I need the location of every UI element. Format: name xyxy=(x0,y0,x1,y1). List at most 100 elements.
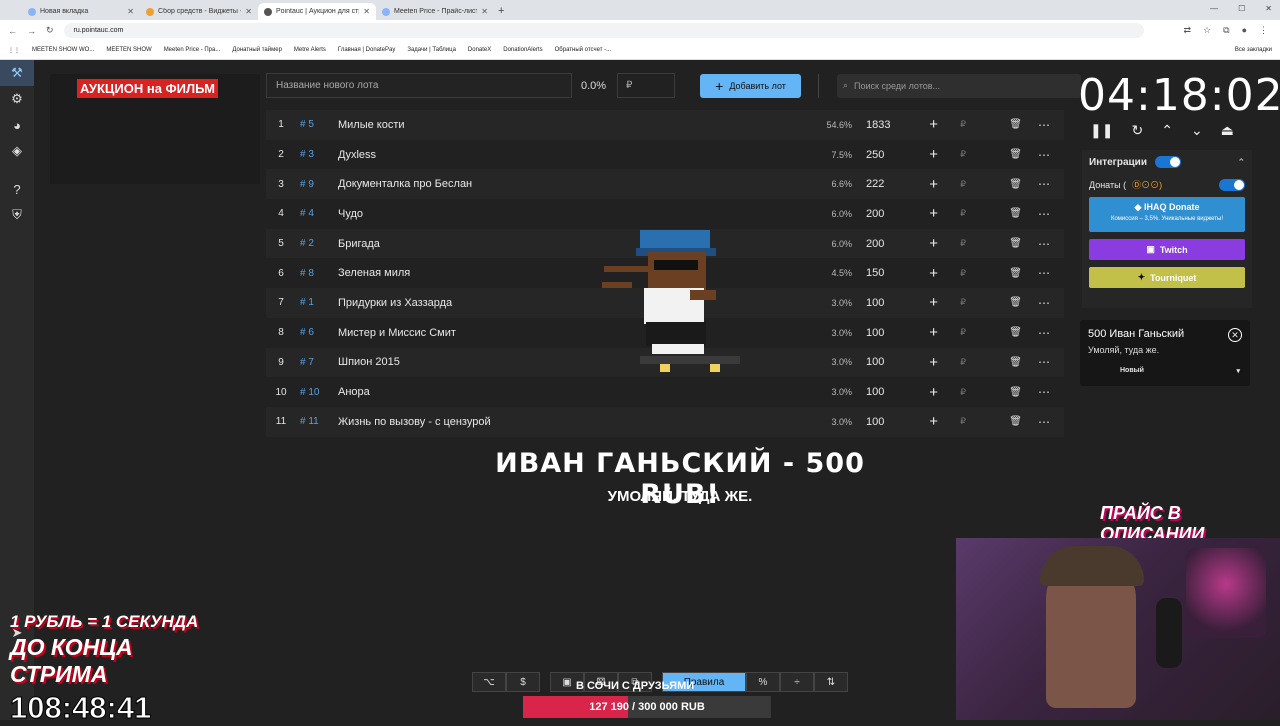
rub-input[interactable]: ₽ xyxy=(938,149,966,160)
rub-input[interactable]: ₽ xyxy=(938,387,966,398)
more-icon[interactable]: ⋯ xyxy=(1022,266,1050,280)
new-lot-name-input[interactable]: Название нового лота xyxy=(266,73,572,98)
bookmark-item[interactable]: Задачи | Таблица xyxy=(407,47,456,53)
lot-name[interactable]: Милые кости xyxy=(338,119,810,131)
all-bookmarks[interactable]: Все закладки xyxy=(1235,47,1272,53)
twitch-button[interactable]: ▣ Twitch xyxy=(1089,239,1245,260)
add-to-lot-icon[interactable]: + xyxy=(894,235,938,252)
split-icon[interactable]: ÷ xyxy=(780,672,814,692)
more-icon[interactable]: ⋯ xyxy=(1022,237,1050,251)
trash-icon[interactable]: 🗑 xyxy=(966,416,1022,427)
lot-search-input[interactable]: ⌕ Поиск среди лотов... xyxy=(837,73,1081,98)
add-to-lot-icon[interactable]: + xyxy=(894,354,938,371)
more-icon[interactable]: ⋯ xyxy=(1022,207,1050,221)
menu-icon[interactable]: ⋮ xyxy=(1259,25,1268,36)
bookmark-item[interactable]: Обратный отсчет -... xyxy=(555,47,612,53)
bookmark-item[interactable]: Meeten Price - Пра... xyxy=(164,47,221,53)
rub-input[interactable]: ₽ xyxy=(938,357,966,368)
pause-icon[interactable]: ❚❚ xyxy=(1090,122,1113,139)
bookmark-item[interactable]: Metre Alerts xyxy=(294,47,326,53)
help-icon[interactable]: ? xyxy=(0,176,34,202)
chevron-up-icon[interactable]: ⌃ xyxy=(1161,122,1173,139)
settings-icon[interactable]: ⚙ xyxy=(0,86,34,112)
trash-icon[interactable]: 🗑 xyxy=(966,149,1022,160)
more-icon[interactable]: ⋯ xyxy=(1022,148,1050,162)
rub-input[interactable]: ₽ xyxy=(938,238,966,249)
trash-icon[interactable]: 🗑 xyxy=(966,357,1022,368)
tourniquet-button[interactable]: ✦ Tourniquet xyxy=(1089,267,1245,288)
rub-input[interactable]: ₽ xyxy=(938,179,966,190)
close-window-icon[interactable]: ✕ xyxy=(1265,4,1272,13)
browser-tab-2[interactable]: Сбор средств - Виджеты - Do ✕ xyxy=(140,3,258,20)
back-icon[interactable]: ← xyxy=(8,26,17,36)
profile-icon[interactable]: ● xyxy=(1242,25,1247,36)
more-icon[interactable]: ⋯ xyxy=(1022,415,1050,429)
bookmark-item[interactable]: DonateX xyxy=(468,47,491,53)
add-to-lot-icon[interactable]: + xyxy=(894,146,938,163)
add-lot-button[interactable]: + Добавить лот xyxy=(700,73,801,98)
rub-input[interactable]: ₽ xyxy=(938,297,966,308)
eject-icon[interactable]: ⏏ xyxy=(1221,122,1234,139)
new-tab-button[interactable]: + xyxy=(498,5,504,20)
more-icon[interactable]: ⋯ xyxy=(1022,385,1050,399)
github-icon[interactable]: ⌥ xyxy=(472,672,506,692)
reload-icon[interactable]: ↻ xyxy=(46,25,54,36)
close-icon[interactable]: ✕ xyxy=(363,7,370,16)
trash-icon[interactable]: 🗑 xyxy=(966,238,1022,249)
rub-input[interactable]: ₽ xyxy=(938,416,966,427)
browser-tab-1[interactable]: Новая вкладка ✕ xyxy=(22,3,140,20)
rub-input[interactable]: ₽ xyxy=(938,268,966,279)
apps-icon[interactable]: ⋮⋮ xyxy=(8,47,20,54)
sort-icon[interactable]: ⇅ xyxy=(814,672,848,692)
rub-input[interactable]: ₽ xyxy=(938,119,966,130)
more-icon[interactable]: ⋯ xyxy=(1022,326,1050,340)
lot-name[interactable]: Дyxless xyxy=(338,149,810,161)
trash-icon[interactable]: 🗑 xyxy=(966,208,1022,219)
trash-icon[interactable]: 🗑 xyxy=(966,179,1022,190)
bookmark-item[interactable]: MEETEN SHOW WO... xyxy=(32,47,94,53)
chevron-up-icon[interactable]: ⌃ xyxy=(1237,157,1245,168)
bookmark-item[interactable]: Донатный таймер xyxy=(232,47,282,53)
translate-icon[interactable]: ⇄ xyxy=(1184,25,1192,36)
trash-icon[interactable]: 🗑 xyxy=(966,327,1022,338)
trash-icon[interactable]: 🗑 xyxy=(966,297,1022,308)
chevron-down-icon[interactable]: ⌄ xyxy=(1191,122,1203,139)
rub-input[interactable]: ₽ xyxy=(938,208,966,219)
url-field[interactable]: ru.pointauc.com xyxy=(63,23,1144,38)
dollar-icon[interactable]: $ xyxy=(506,672,540,692)
more-icon[interactable]: ⋯ xyxy=(1022,355,1050,369)
trash-icon[interactable]: 🗑 xyxy=(966,119,1022,130)
rub-input[interactable]: ₽ xyxy=(938,327,966,338)
integrations-toggle[interactable] xyxy=(1154,156,1181,168)
donations-toggle[interactable] xyxy=(1219,178,1245,191)
add-to-lot-icon[interactable]: + xyxy=(894,265,938,282)
add-to-lot-icon[interactable]: + xyxy=(894,205,938,222)
lot-name[interactable]: Документалка про Беслан xyxy=(338,178,810,190)
ihaq-donate-button[interactable]: ◆ IHAQ Donate Комиссия – 3,5%. Уникальны… xyxy=(1089,197,1245,232)
more-icon[interactable]: ⋯ xyxy=(1022,177,1050,191)
more-icon[interactable]: ⋯ xyxy=(1022,118,1050,132)
trash-icon[interactable]: 🗑 xyxy=(966,268,1022,279)
close-icon[interactable]: ✕ xyxy=(245,7,252,16)
notification-status-select[interactable]: Новый ▾ xyxy=(1120,367,1240,375)
close-icon[interactable]: ✕ xyxy=(127,7,134,16)
bookmark-star-icon[interactable]: ☆ xyxy=(1203,25,1211,36)
reset-icon[interactable]: ↻ xyxy=(1131,122,1143,139)
close-icon[interactable]: ✕ xyxy=(481,7,488,16)
add-to-lot-icon[interactable]: + xyxy=(894,384,938,401)
percent-icon[interactable]: % xyxy=(746,672,780,692)
lot-name[interactable]: Чудо xyxy=(338,208,810,220)
add-to-lot-icon[interactable]: + xyxy=(894,294,938,311)
close-icon[interactable]: ✕ xyxy=(1228,328,1242,342)
bookmark-item[interactable]: DonationAlerts xyxy=(503,47,542,53)
minimize-icon[interactable]: — xyxy=(1210,4,1218,13)
wheel-icon[interactable]: ◕ xyxy=(0,112,34,138)
browser-tab-3[interactable]: Pointauc | Аукцион для стрим ✕ xyxy=(258,3,376,20)
extensions-icon[interactable]: ⧉ xyxy=(1223,25,1229,36)
new-lot-amount-input[interactable]: ₽ xyxy=(617,73,675,98)
add-to-lot-icon[interactable]: + xyxy=(894,413,938,430)
add-to-lot-icon[interactable]: + xyxy=(894,116,938,133)
lot-name[interactable]: Анора xyxy=(338,386,810,398)
add-to-lot-icon[interactable]: + xyxy=(894,324,938,341)
layers-icon[interactable]: ◈ xyxy=(0,138,34,164)
